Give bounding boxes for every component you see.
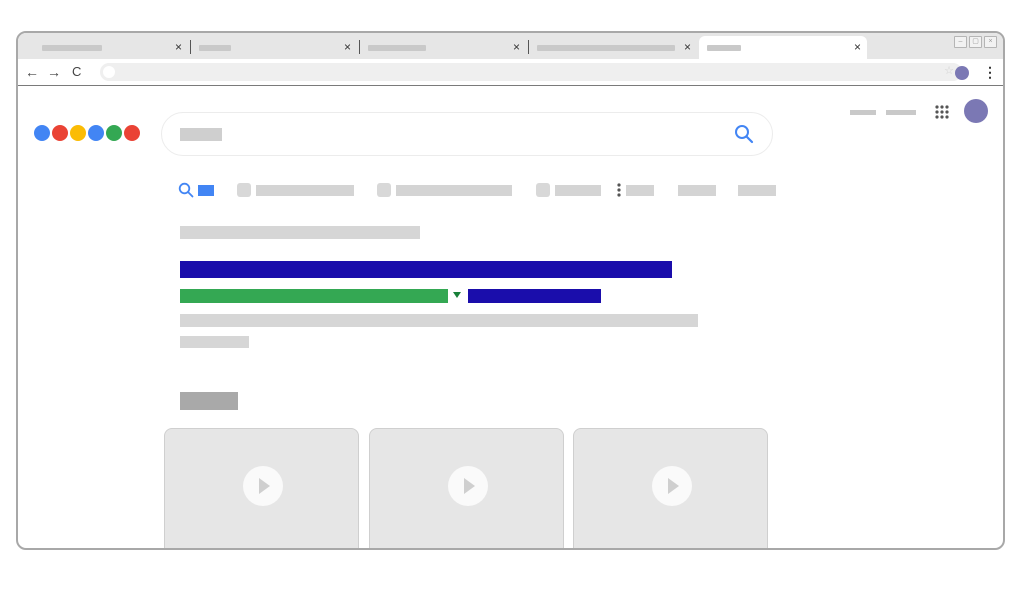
back-arrow-icon[interactable]: ← bbox=[25, 63, 39, 81]
logo-dot bbox=[34, 125, 50, 141]
video-card[interactable] bbox=[164, 428, 359, 548]
window-close-icon[interactable]: × bbox=[984, 36, 997, 48]
result-title-link[interactable] bbox=[180, 261, 672, 278]
header-link-placeholder[interactable] bbox=[886, 110, 916, 115]
header-link-placeholder[interactable] bbox=[850, 110, 876, 115]
window-controls: – ▢ × bbox=[954, 36, 997, 48]
tab-news[interactable] bbox=[536, 180, 601, 200]
tab-label-placeholder bbox=[678, 184, 716, 196]
search-icon[interactable] bbox=[734, 124, 754, 144]
logo-dot bbox=[70, 125, 86, 141]
tab-label-placeholder bbox=[626, 184, 654, 196]
account-avatar[interactable] bbox=[964, 99, 988, 123]
search-input[interactable] bbox=[161, 112, 773, 156]
tab-settings[interactable] bbox=[678, 180, 716, 200]
result-url[interactable] bbox=[180, 289, 448, 303]
browser-toolbar: ← → C ☆ ⋮ bbox=[18, 59, 1003, 86]
logo-dot bbox=[124, 125, 140, 141]
page-content bbox=[18, 88, 1003, 548]
tab-close-icon[interactable]: × bbox=[344, 38, 351, 56]
videos-section-heading bbox=[180, 392, 238, 410]
tab-icon bbox=[536, 183, 550, 197]
tab-label-placeholder bbox=[555, 184, 601, 196]
tab-tools[interactable] bbox=[738, 180, 776, 200]
tab-label-placeholder bbox=[256, 184, 354, 196]
browser-window: × × × × × – ▢ × ← → C ☆ ⋮ bbox=[16, 31, 1005, 550]
play-icon[interactable] bbox=[448, 466, 488, 506]
video-card[interactable] bbox=[369, 428, 564, 548]
play-icon[interactable] bbox=[652, 466, 692, 506]
tab-icon bbox=[377, 183, 391, 197]
tab-label-placeholder bbox=[396, 184, 512, 196]
logo-dot bbox=[88, 125, 104, 141]
tab-images[interactable] bbox=[237, 180, 354, 200]
site-logo[interactable] bbox=[34, 125, 140, 141]
bookmark-star-icon[interactable]: ☆ bbox=[944, 64, 954, 77]
tab-close-icon[interactable]: × bbox=[684, 38, 691, 56]
tab-icon bbox=[237, 183, 251, 197]
play-icon[interactable] bbox=[243, 466, 283, 506]
tab-label-placeholder bbox=[198, 184, 214, 196]
more-vert-icon bbox=[617, 183, 621, 197]
profile-avatar[interactable] bbox=[955, 66, 969, 80]
tab-close-icon[interactable]: × bbox=[513, 38, 520, 56]
tab-4[interactable]: × bbox=[531, 36, 697, 59]
tab-close-icon[interactable]: × bbox=[854, 38, 861, 56]
result-snippet-line bbox=[180, 314, 698, 327]
tab-2[interactable]: × bbox=[193, 36, 357, 59]
chevron-down-icon[interactable] bbox=[453, 292, 461, 298]
site-info-icon[interactable] bbox=[103, 66, 115, 78]
minimize-icon[interactable]: – bbox=[954, 36, 967, 48]
tab-title-placeholder bbox=[537, 44, 675, 51]
tab-title-placeholder bbox=[42, 44, 102, 51]
video-card[interactable] bbox=[573, 428, 768, 548]
result-breadcrumb-link[interactable] bbox=[468, 289, 601, 303]
maximize-icon[interactable]: ▢ bbox=[969, 36, 982, 48]
tab-separator bbox=[528, 40, 529, 54]
tab-separator bbox=[190, 40, 191, 54]
tab-more[interactable] bbox=[616, 180, 654, 200]
forward-arrow-icon[interactable]: → bbox=[47, 63, 61, 81]
tab-1[interactable]: × bbox=[18, 36, 188, 59]
tab-close-icon[interactable]: × bbox=[175, 38, 182, 56]
result-stats-placeholder bbox=[180, 226, 420, 239]
result-snippet-line bbox=[180, 336, 249, 348]
tab-5-active[interactable]: × bbox=[699, 36, 867, 59]
logo-dot bbox=[52, 125, 68, 141]
apps-grid-icon[interactable] bbox=[935, 105, 949, 119]
tab-videos[interactable] bbox=[377, 180, 512, 200]
address-bar[interactable]: ☆ bbox=[100, 63, 962, 81]
logo-dot bbox=[106, 125, 122, 141]
tab-title-placeholder bbox=[707, 44, 741, 51]
reload-icon[interactable]: C bbox=[72, 63, 81, 81]
tab-title-placeholder bbox=[368, 44, 426, 51]
tab-title-placeholder bbox=[199, 44, 231, 51]
tab-all[interactable] bbox=[178, 180, 214, 200]
tab-3[interactable]: × bbox=[362, 36, 526, 59]
tab-separator bbox=[359, 40, 360, 54]
browser-menu-icon[interactable]: ⋮ bbox=[983, 63, 997, 81]
tab-label-placeholder bbox=[738, 184, 776, 196]
search-icon bbox=[178, 182, 194, 198]
tab-strip: × × × × × – ▢ × bbox=[18, 33, 1003, 59]
search-query-placeholder bbox=[180, 128, 222, 141]
